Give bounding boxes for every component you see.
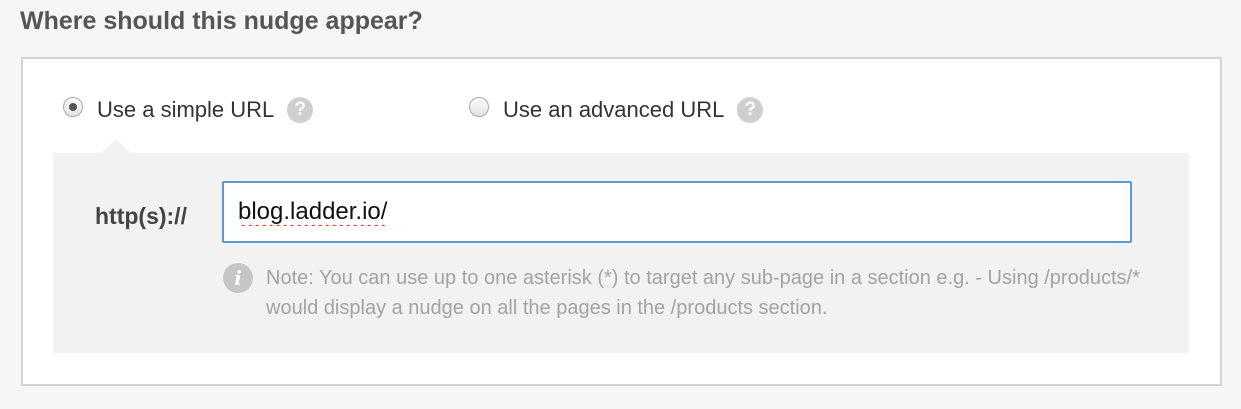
advanced-url-option[interactable]: Use an advanced URL ? — [469, 97, 764, 123]
url-settings-card: Use a simple URL ? Use an advanced URL ?… — [21, 57, 1222, 386]
section-heading: Where should this nudge appear? — [20, 7, 423, 35]
panel-pointer — [101, 139, 131, 153]
advanced-url-help-icon[interactable]: ? — [737, 97, 764, 123]
simple-url-option[interactable]: Use a simple URL ? — [63, 97, 314, 123]
protocol-prefix: http(s):// — [95, 203, 187, 229]
url-note: i Note: You can use up to one asterisk (… — [223, 263, 1146, 323]
advanced-url-label[interactable]: Use an advanced URL — [503, 97, 724, 123]
url-input[interactable] — [222, 181, 1132, 243]
url-note-text: Note: You can use up to one asterisk (*)… — [266, 267, 1140, 319]
simple-url-panel: http(s):// i Note: You can use up to one… — [53, 139, 1189, 353]
simple-url-help-icon[interactable]: ? — [287, 97, 314, 123]
info-icon: i — [223, 263, 253, 293]
simple-url-radio[interactable] — [63, 97, 83, 117]
advanced-url-radio[interactable] — [469, 97, 489, 117]
nudge-location-section: Where should this nudge appear? Use a si… — [0, 0, 1241, 409]
simple-url-label[interactable]: Use a simple URL — [97, 97, 274, 123]
